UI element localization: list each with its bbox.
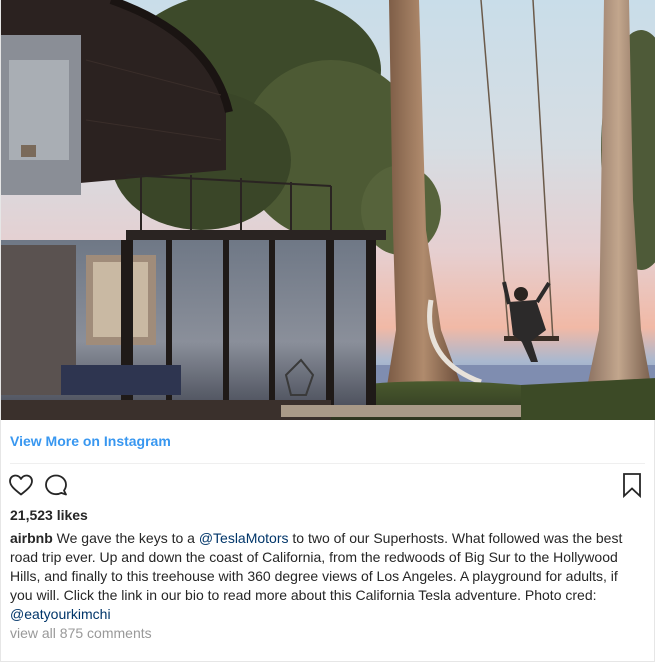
divider — [10, 463, 645, 464]
view-all-comments-link[interactable]: view all 875 comments — [10, 625, 152, 641]
view-more-on-instagram-link[interactable]: View More on Instagram — [10, 433, 171, 449]
bookmark-icon[interactable] — [621, 472, 643, 499]
heart-outline-icon[interactable] — [8, 473, 34, 497]
post-photo[interactable] — [1, 0, 655, 420]
caption-text-1: We gave the keys to a — [52, 530, 199, 546]
mention-link-teslamotors[interactable]: @TeslaMotors — [199, 530, 289, 546]
mention-link-eatyourkimchi[interactable]: @eatyourkimchi — [10, 606, 111, 622]
caption-username[interactable]: airbnb — [10, 530, 53, 546]
likes-count[interactable]: 21,523 likes — [10, 507, 88, 523]
comment-bubble-icon[interactable] — [43, 473, 69, 497]
instagram-embed: View More on Instagram 21,523 likes airb… — [0, 0, 655, 662]
post-caption: airbnb We gave the keys to a @TeslaMotor… — [10, 529, 642, 624]
